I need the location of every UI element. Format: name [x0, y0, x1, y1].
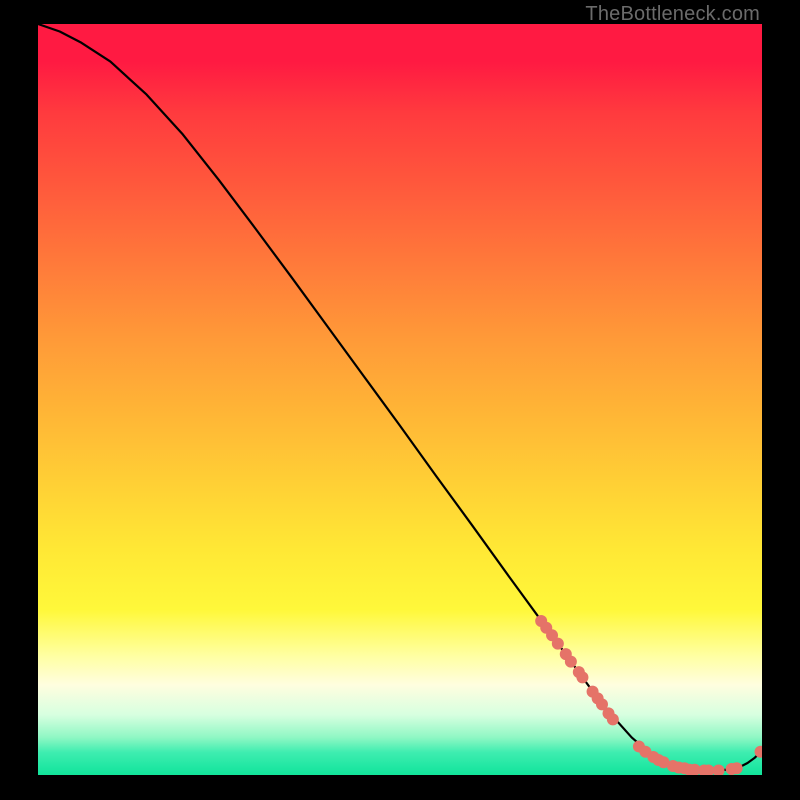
chart-svg [38, 24, 762, 775]
highlight-dot [565, 656, 577, 668]
highlight-dot [731, 762, 743, 774]
highlight-dots [535, 615, 762, 775]
highlight-dot [576, 671, 588, 683]
highlight-dot [607, 713, 619, 725]
plot-area [38, 24, 762, 775]
curve-line [38, 24, 762, 770]
highlight-dot [552, 638, 564, 650]
watermark-text: TheBottleneck.com [585, 3, 760, 26]
highlight-dot [713, 764, 725, 775]
chart-frame: TheBottleneck.com [0, 0, 800, 800]
